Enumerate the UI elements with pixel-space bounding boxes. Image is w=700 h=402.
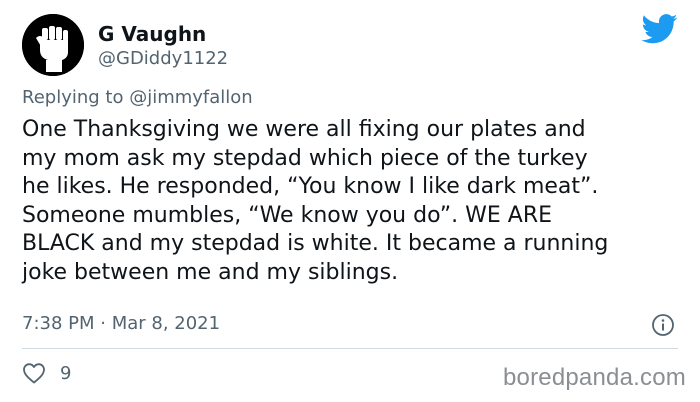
tweet-text-line: BLACK and my stepdad is white. It became… xyxy=(22,231,609,256)
display-name[interactable]: G Vaughn xyxy=(98,22,206,46)
raised-fist-icon xyxy=(22,14,84,76)
info-icon[interactable] xyxy=(651,313,675,337)
tweet-text-line: my mom ask my stepdad which piece of the… xyxy=(22,145,588,171)
tweet-text-line: he likes. He responded, “You know I like… xyxy=(22,174,599,199)
replying-to: Replying to @jimmyfallon xyxy=(22,87,253,108)
like-count: 9 xyxy=(60,362,72,384)
avatar[interactable] xyxy=(22,14,84,76)
tweet-text-line: Someone mumbles, “We know you do”. WE AR… xyxy=(22,202,553,228)
timestamp[interactable]: 7:38 PM · Mar 8, 2021 xyxy=(22,313,220,334)
tweet-text-line: One Thanksgiving we were all fixing our … xyxy=(22,117,586,142)
heart-icon xyxy=(23,363,45,384)
tweet-text-line: joke between me and my siblings. xyxy=(22,259,399,285)
like-button[interactable]: 9 xyxy=(22,362,71,384)
twitter-bird-icon[interactable] xyxy=(641,14,678,44)
tweet-text: One Thanksgiving we were all fixing our … xyxy=(22,116,682,287)
user-handle[interactable]: @GDiddy1122 xyxy=(98,48,228,69)
divider xyxy=(22,348,678,349)
mention-link[interactable]: @jimmyfallon xyxy=(129,87,253,108)
tweet-card: G Vaughn @GDiddy1122 Replying to @jimmyf… xyxy=(0,0,700,402)
watermark: boredpanda.com xyxy=(503,364,686,391)
replying-to-label: Replying to xyxy=(22,87,130,108)
